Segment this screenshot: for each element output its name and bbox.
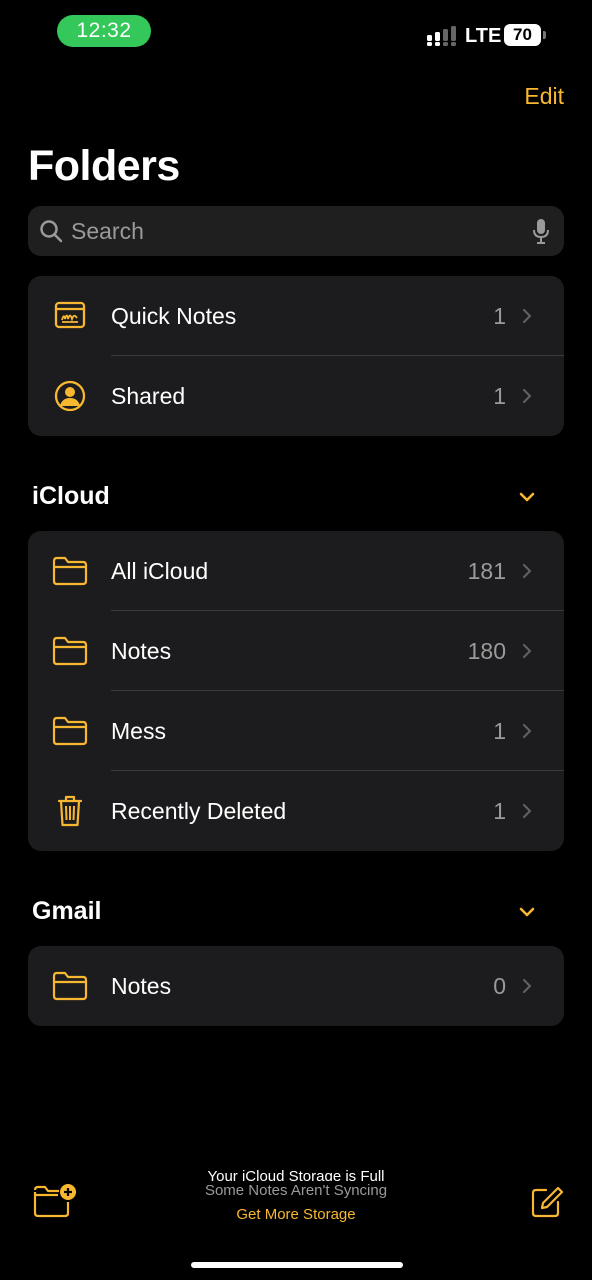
folder-label: All iCloud [111,558,209,584]
battery-tip [543,31,546,39]
section-title: iCloud [32,482,110,510]
chevron-right-icon [522,563,532,579]
storage-title: Your iCloud Storage is Full [207,1168,385,1181]
folder-row-icloud-notes[interactable]: Notes 180 [28,611,564,691]
folder-label: Notes [111,638,172,664]
folder-row-all-icloud[interactable]: All iCloud 181 [28,531,564,611]
folder-count: 1 [493,798,506,824]
chevron-right-icon [522,978,532,994]
section-header-icloud[interactable]: iCloud [28,476,564,516]
icloud-folders-card: All iCloud 181 Notes 180 Mess 1 Recently… [28,531,564,851]
network-type: LTE [465,25,502,47]
status-time: 12:32 [57,15,151,47]
battery-level: 70 [504,24,541,46]
folder-label: Notes [111,973,172,999]
microphone-icon[interactable] [531,218,551,245]
folder-label: Quick Notes [111,303,237,329]
storage-subtitle: Some Notes Aren't Syncing [204,1182,388,1199]
folder-icon [52,716,88,746]
folder-count: 1 [493,383,506,409]
quick-notes-icon [54,301,86,329]
folder-count: 1 [493,718,506,744]
folder-count: 1 [493,303,506,329]
page-title: Folders [28,142,180,190]
status-bar: 12:32 LTE 70 [0,0,592,64]
folder-count: 0 [493,973,506,999]
cellular-signal-icon [427,26,456,46]
folder-row-quick-notes[interactable]: Quick Notes 1 [28,276,564,356]
folder-label: Shared [111,383,186,409]
gmail-folders-card: Notes 0 [28,946,564,1026]
folder-icon [52,971,88,1001]
folder-count: 180 [467,638,506,664]
search-input[interactable] [71,206,511,256]
chevron-right-icon [522,803,532,819]
folder-count: 181 [467,558,506,584]
chevron-right-icon [522,308,532,324]
folder-row-recently-deleted[interactable]: Recently Deleted 1 [28,771,564,851]
home-indicator[interactable] [191,1262,403,1268]
search-bar[interactable] [28,206,564,256]
folder-icon [52,636,88,666]
trash-icon [57,795,83,827]
bottom-toolbar: Your iCloud Storage is Full Some Notes A… [0,1160,592,1250]
pinned-folders-card: Quick Notes 1 Shared 1 [28,276,564,436]
chevron-right-icon [522,643,532,659]
shared-person-icon [54,380,86,412]
chevron-right-icon [522,388,532,404]
folder-label: Recently Deleted [111,798,287,824]
chevron-right-icon [522,723,532,739]
search-icon [40,220,63,243]
edit-button[interactable]: Edit [524,82,564,110]
folder-row-mess[interactable]: Mess 1 [28,691,564,771]
compose-icon[interactable] [528,1184,564,1220]
chevron-down-icon[interactable] [518,903,536,921]
section-header-gmail[interactable]: Gmail [28,891,564,931]
section-title: Gmail [32,897,102,925]
folder-label: Mess [111,718,166,744]
get-more-storage-link[interactable]: Get More Storage [236,1205,355,1225]
storage-status: Your iCloud Storage is Full Some Notes A… [0,1168,592,1225]
folder-row-gmail-notes[interactable]: Notes 0 [28,946,564,1026]
chevron-down-icon[interactable] [518,488,536,506]
folder-row-shared[interactable]: Shared 1 [28,356,564,436]
folder-icon [52,556,88,586]
